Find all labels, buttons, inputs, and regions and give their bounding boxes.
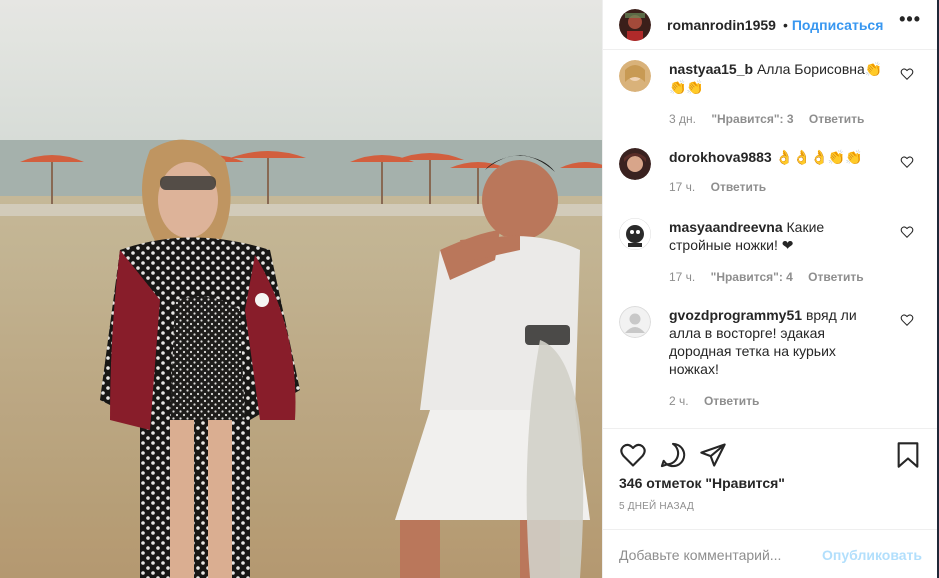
commenter-avatar[interactable] <box>619 306 651 338</box>
post-panel: romanrodin1959 • Подписаться ••• nastyaa… <box>602 0 938 578</box>
post-header: romanrodin1959 • Подписаться ••• <box>603 0 937 50</box>
comment-item: dorokhova9883 👌👌👌👏👏 17 ч. Ответить <box>619 148 924 208</box>
author-avatar[interactable] <box>619 8 651 41</box>
comments-list[interactable]: nastyaa15_b Алла Борисовна👏👏👏 3 дн. "Нра… <box>603 50 938 428</box>
commenter-username[interactable]: masyaandreevna <box>669 219 783 235</box>
comment-text: nastyaa15_b Алла Борисовна👏👏👏 <box>669 60 887 96</box>
comment-text: masyaandreevna Какие стройные ножки! ❤ <box>669 218 887 254</box>
reply-button[interactable]: Ответить <box>809 112 864 126</box>
comment-heart-icon[interactable] <box>900 225 914 239</box>
add-comment-row: Добавьте комментарий... Опубликовать <box>603 529 938 578</box>
comment-likes[interactable]: "Нравится": 4 <box>711 270 793 284</box>
follow-button[interactable]: Подписаться <box>792 17 884 33</box>
comment-item: nastyaa15_b Алла Борисовна👏👏👏 3 дн. "Нра… <box>619 60 924 140</box>
commenter-avatar[interactable] <box>619 60 651 92</box>
commenter-username[interactable]: dorokhova9883 <box>669 149 772 165</box>
commenter-avatar[interactable] <box>619 218 651 250</box>
comment-heart-icon[interactable] <box>900 313 914 327</box>
likes-count[interactable]: 346 отметок "Нравится" <box>619 475 785 491</box>
comment-input[interactable]: Добавьте комментарий... <box>619 547 781 563</box>
comment-item: gvozdprogrammy51 вряд ли алла в восторге… <box>619 306 924 416</box>
comment-heart-icon[interactable] <box>900 67 914 81</box>
comment-likes[interactable]: "Нравится": 3 <box>711 112 793 126</box>
action-icons <box>619 441 922 469</box>
reply-button[interactable]: Ответить <box>704 394 759 408</box>
comment-time: 17 ч. <box>669 180 696 194</box>
comment-item: masyaandreevna Какие стройные ножки! ❤ 1… <box>619 218 924 298</box>
heart-icon[interactable] <box>619 441 647 469</box>
comment-icon[interactable] <box>659 441 687 469</box>
comment-heart-icon[interactable] <box>900 155 914 169</box>
reply-button[interactable]: Ответить <box>711 180 766 194</box>
post-actions: 346 отметок "Нравится" 5 ДНЕЙ НАЗАД Доба… <box>603 428 938 578</box>
commenter-avatar[interactable] <box>619 148 651 180</box>
comment-meta: 17 ч. "Нравится": 4 Ответить <box>669 270 876 284</box>
post-photo[interactable] <box>0 0 602 578</box>
comment-time: 17 ч. <box>669 270 696 284</box>
header-separator: • <box>782 16 788 33</box>
commenter-username[interactable]: gvozdprogrammy51 <box>669 307 802 323</box>
more-icon[interactable]: ••• <box>899 9 921 30</box>
comment-time: 3 дн. <box>669 112 696 126</box>
comment-meta: 17 ч. Ответить <box>669 180 778 194</box>
comment-time: 2 ч. <box>669 394 689 408</box>
comment-text: dorokhova9883 👌👌👌👏👏 <box>669 148 887 166</box>
comment-content: 👌👌👌👏👏 <box>775 149 863 165</box>
comment-meta: 3 дн. "Нравится": 3 Ответить <box>669 112 876 126</box>
beach-photo-illustration <box>0 0 602 578</box>
share-icon[interactable] <box>699 441 727 469</box>
commenter-username[interactable]: nastyaa15_b <box>669 61 753 77</box>
post-date: 5 ДНЕЙ НАЗАД <box>619 501 694 512</box>
bookmark-icon[interactable] <box>894 441 922 469</box>
author-username[interactable]: romanrodin1959 <box>667 17 776 33</box>
reply-button[interactable]: Ответить <box>808 270 863 284</box>
publish-button[interactable]: Опубликовать <box>822 547 922 563</box>
comment-text: gvozdprogrammy51 вряд ли алла в восторге… <box>669 306 887 378</box>
comment-meta: 2 ч. Ответить <box>669 394 771 408</box>
